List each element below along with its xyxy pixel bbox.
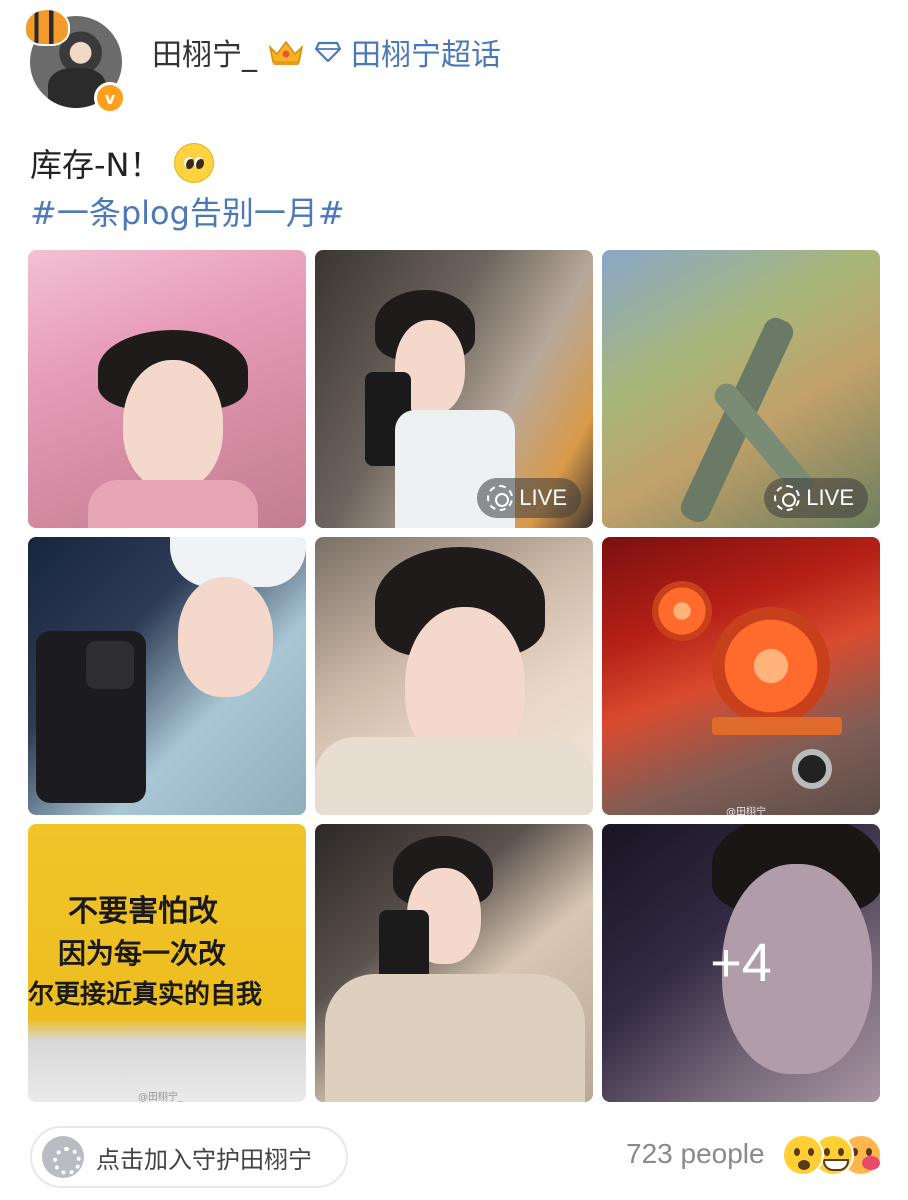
sweater-shape xyxy=(315,737,593,815)
image-tile-8[interactable] xyxy=(315,824,593,1102)
people-count[interactable]: 723 people xyxy=(626,1138,765,1170)
sign-line-3: 尔更接近真实的自我 xyxy=(28,980,263,1010)
wheel-shape xyxy=(792,749,832,789)
watermark: @田栩宁_ xyxy=(726,807,771,815)
verified-symbol: v xyxy=(104,88,116,108)
crown-icon[interactable] xyxy=(267,37,305,67)
live-label: LIVE xyxy=(806,485,854,510)
post-header: v 田栩宁_ 田栩宁超话 xyxy=(24,8,884,118)
join-guard-button[interactable]: 点击加入守护田栩宁 xyxy=(30,1126,348,1188)
guard-icon xyxy=(42,1136,84,1178)
live-label: LIVE xyxy=(519,485,567,510)
image-tile-1[interactable] xyxy=(28,250,306,528)
face-shape xyxy=(123,360,223,490)
supertopic-link[interactable]: 田栩宁超话 xyxy=(351,30,501,74)
diamond-icon[interactable] xyxy=(315,41,341,63)
image-grid: LIVE LIVE @田栩宁_ 不要害怕改 因为每一次改 尔更接近真实的自我 @… xyxy=(28,250,880,1102)
live-badge[interactable]: LIVE xyxy=(764,478,868,518)
sweater-shape xyxy=(88,480,258,528)
more-images-count[interactable]: +4 xyxy=(602,824,880,1102)
live-icon xyxy=(487,485,514,511)
image-tile-5[interactable] xyxy=(315,537,593,815)
image-tile-9[interactable]: +4 xyxy=(602,824,880,1102)
image-tile-4[interactable] xyxy=(28,537,306,815)
image-tile-2[interactable]: LIVE xyxy=(315,250,593,528)
post-text: 库存-N！ xyxy=(30,140,214,186)
reaction-group[interactable] xyxy=(782,1134,882,1178)
sign-line-2: 因为每一次改 xyxy=(58,937,227,970)
tiger-icon xyxy=(24,8,70,46)
surprised-face-icon xyxy=(782,1134,824,1176)
camera-shape xyxy=(86,641,134,689)
username[interactable]: 田栩宁_ xyxy=(152,30,257,74)
join-guard-label: 点击加入守护田栩宁 xyxy=(96,1145,312,1174)
image-tile-6[interactable]: @田栩宁_ xyxy=(602,537,880,815)
image-tile-3[interactable]: LIVE xyxy=(602,250,880,528)
heater-shape xyxy=(712,607,830,725)
sign-line-1: 不要害怕改 xyxy=(68,894,218,929)
heater-base xyxy=(712,717,842,735)
heater-shape xyxy=(652,581,712,641)
face-shape xyxy=(178,577,273,697)
live-badge[interactable]: LIVE xyxy=(477,478,581,518)
username-row: 田栩宁_ 田栩宁超话 xyxy=(152,28,501,76)
verified-icon: v xyxy=(94,82,126,114)
jacket-shape xyxy=(325,974,585,1102)
avatar[interactable]: v xyxy=(24,8,128,114)
watermark: @田栩宁_ xyxy=(138,1092,183,1102)
live-icon xyxy=(774,485,801,511)
image-tile-7[interactable]: 不要害怕改 因为每一次改 尔更接近真实的自我 @田栩宁_ xyxy=(28,824,306,1102)
post-body: 库存-N！ xyxy=(30,146,162,184)
hashtag-link[interactable]: #一条plog告别一月# xyxy=(30,188,345,234)
pleading-face-icon xyxy=(173,143,214,183)
